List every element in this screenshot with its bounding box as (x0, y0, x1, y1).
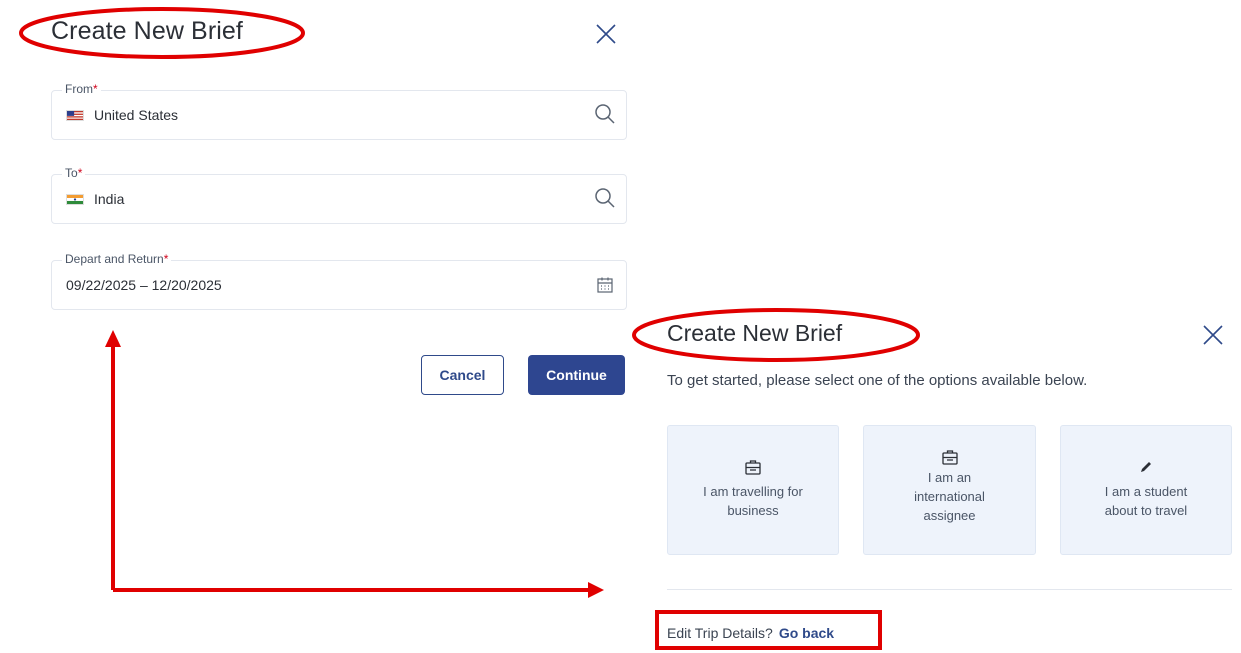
required-mark: * (77, 166, 83, 180)
to-field[interactable]: To* India (51, 166, 627, 224)
edit-trip-row: Edit Trip Details? Go back (667, 625, 834, 641)
page-title-right: Create New Brief (667, 320, 843, 346)
to-label: To (65, 166, 78, 180)
us-flag-icon (66, 109, 84, 121)
pencil-icon (1141, 462, 1151, 472)
briefcase-icon (941, 450, 958, 465)
briefcase-icon (745, 460, 761, 475)
option-card-business[interactable]: I am travelling for business (667, 425, 839, 555)
close-icon[interactable] (1201, 323, 1225, 347)
required-mark: * (93, 82, 98, 96)
calendar-icon[interactable] (596, 276, 614, 294)
option-label: I am a student about to travel (1104, 484, 1188, 518)
option-label: I am an international assignee (914, 470, 985, 523)
from-label: From (65, 82, 93, 96)
search-icon[interactable] (594, 103, 616, 125)
from-value: United States (94, 107, 179, 123)
dates-value: 09/22/2025 – 12/20/2025 (66, 277, 222, 293)
cancel-button[interactable]: Cancel (421, 355, 504, 395)
dates-label: Depart and Return (65, 252, 164, 266)
to-value: India (94, 191, 125, 207)
search-icon[interactable] (594, 187, 616, 209)
dates-field[interactable]: Depart and Return* 09/22/2025 – 12/20/20… (51, 252, 627, 310)
subtitle: To get started, please select one of the… (667, 372, 1088, 389)
option-card-assignee[interactable]: I am an international assignee (863, 425, 1036, 555)
edit-trip-prompt: Edit Trip Details? (667, 625, 773, 641)
go-back-link[interactable]: Go back (779, 625, 834, 641)
india-flag-icon (66, 193, 84, 205)
close-icon[interactable] (594, 22, 618, 46)
page-title-left: Create New Brief (51, 17, 243, 45)
continue-button[interactable]: Continue (528, 355, 625, 395)
required-mark: * (163, 252, 169, 266)
from-field[interactable]: From* United States (51, 82, 627, 140)
option-card-student[interactable]: I am a student about to travel (1060, 425, 1232, 555)
option-label: I am travelling for business (703, 484, 803, 518)
divider (667, 589, 1232, 590)
